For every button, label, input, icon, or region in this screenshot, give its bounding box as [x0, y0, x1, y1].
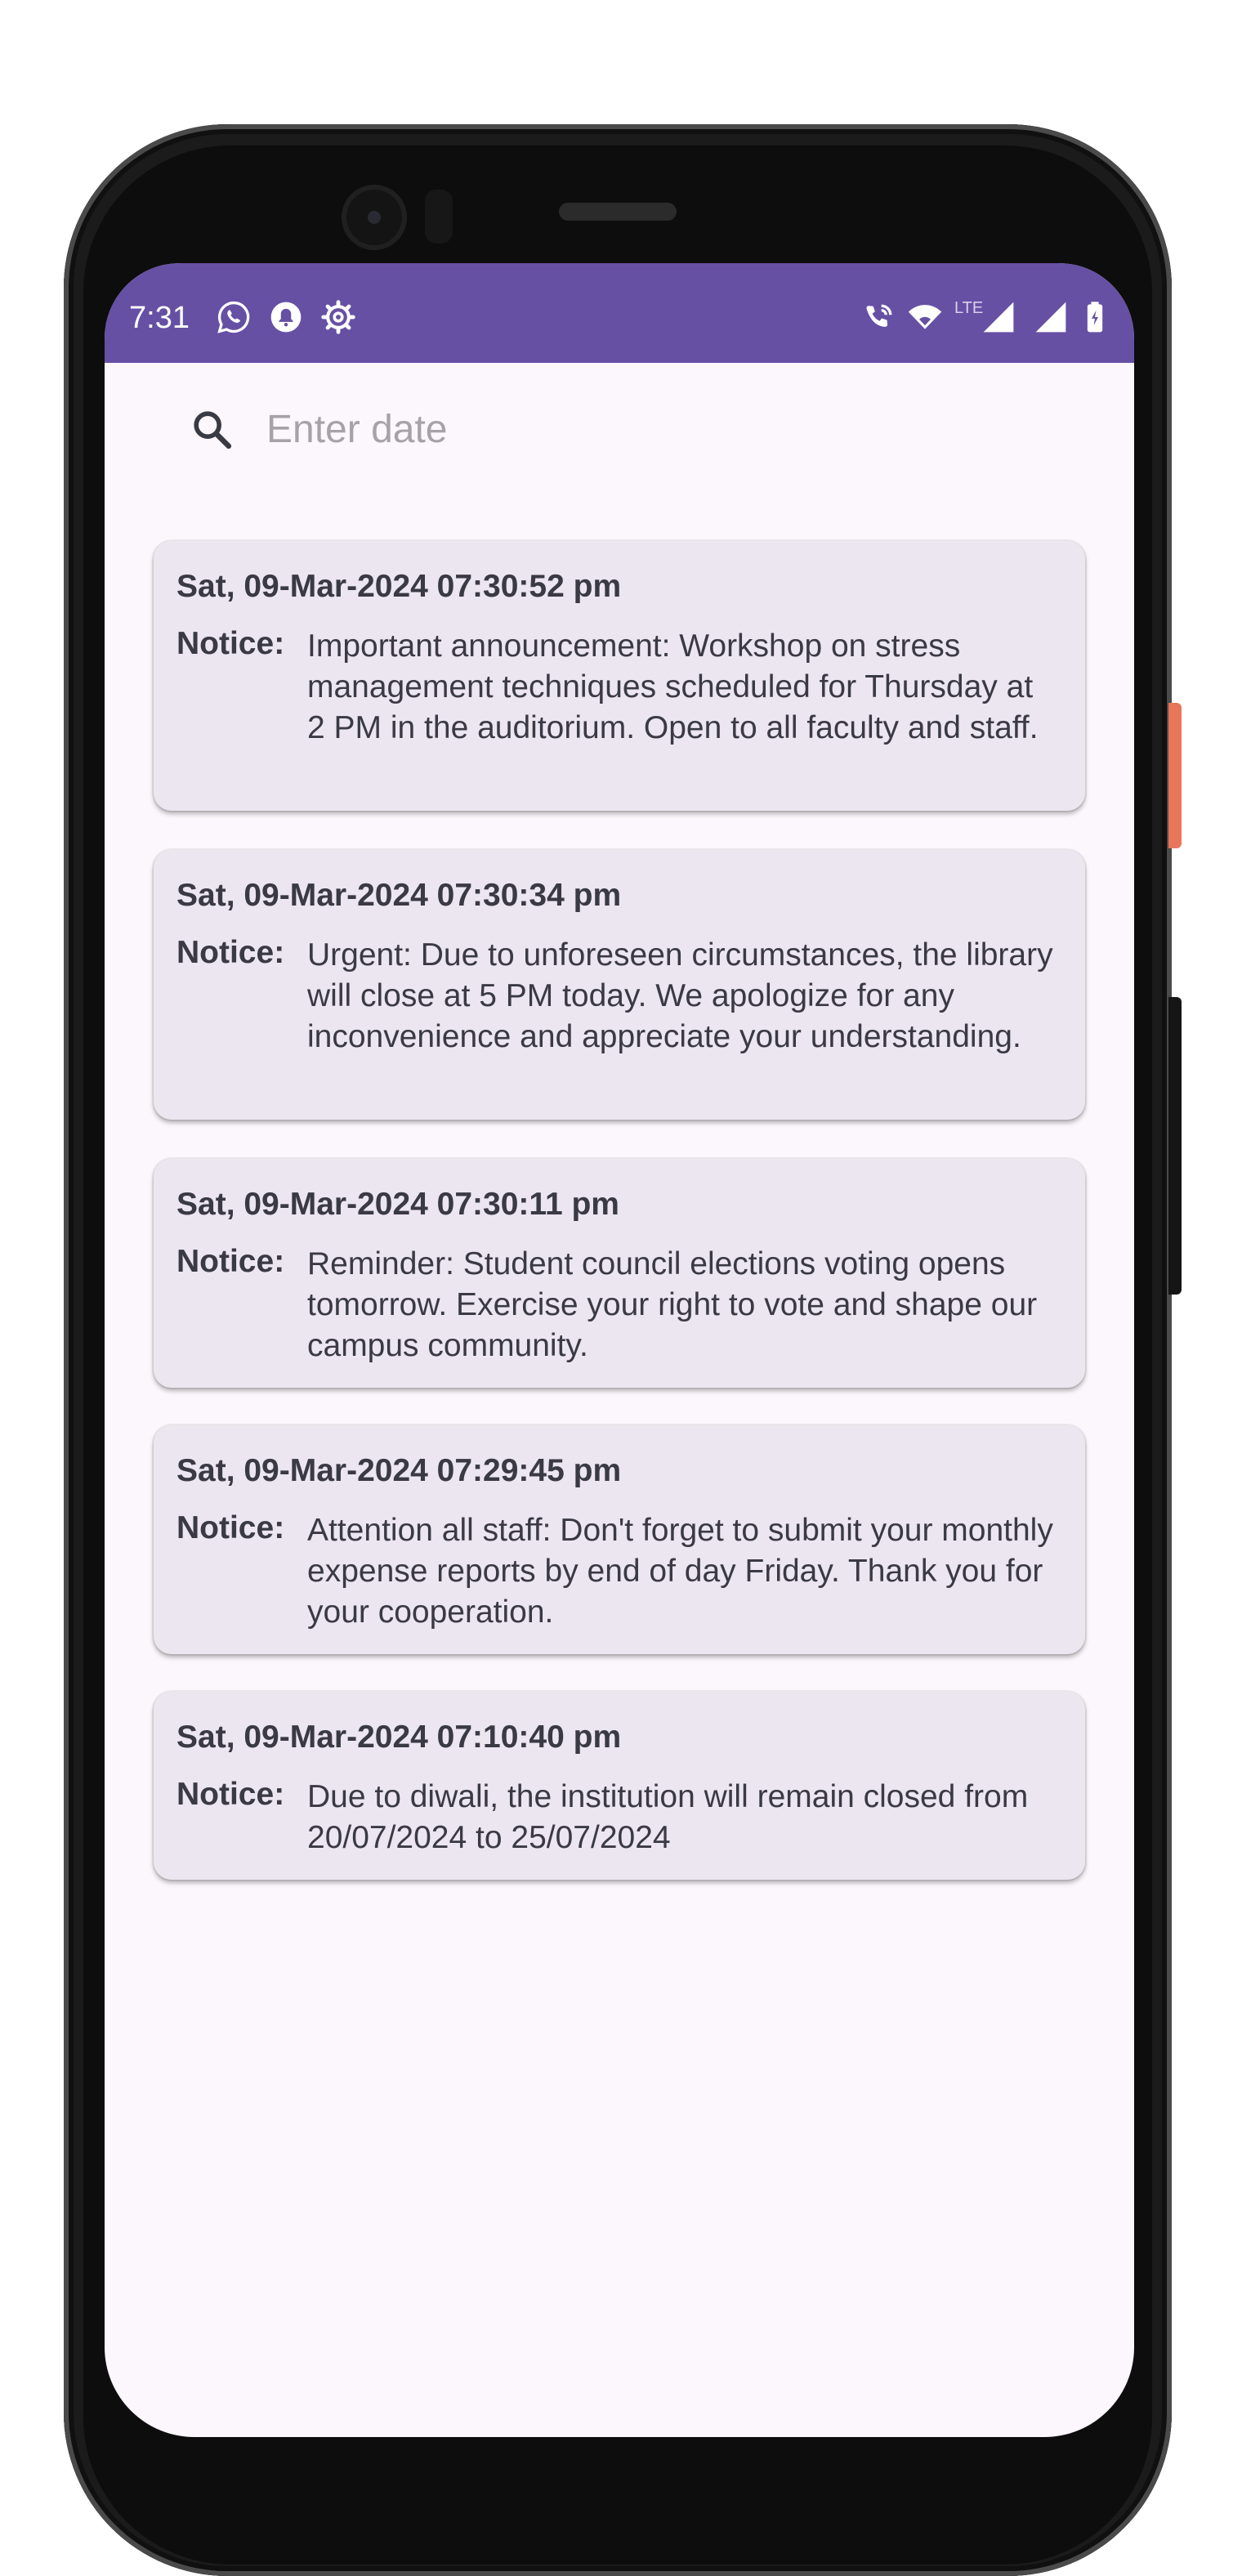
- volume-button: [1168, 997, 1182, 1295]
- search-bar[interactable]: [178, 379, 1061, 477]
- status-bar: 7:31 LTE: [105, 263, 1134, 363]
- signal-icon: [983, 302, 1014, 333]
- notice-card[interactable]: Sat, 09-Mar-2024 07:29:45 pm Notice: Att…: [154, 1425, 1085, 1654]
- notice-label: Notice:: [176, 935, 285, 970]
- wifi-calling-icon: [866, 304, 892, 327]
- date-search-input[interactable]: [265, 400, 1003, 458]
- notice-date: Sat, 09-Mar-2024 07:30:11 pm: [176, 1187, 619, 1222]
- notice-card[interactable]: Sat, 09-Mar-2024 07:30:52 pm Notice: Imp…: [154, 541, 1085, 811]
- earpiece-speaker: [559, 203, 677, 221]
- notice-label: Notice:: [176, 1777, 285, 1812]
- whatsapp-icon: [217, 301, 250, 333]
- notice-label: Notice:: [176, 1510, 285, 1545]
- signal-icon: [1035, 302, 1066, 333]
- battery-charging-icon: [1087, 302, 1103, 333]
- settings-gear-icon: [321, 300, 355, 334]
- notice-text: Attention all staff: Don't forget to sub…: [307, 1513, 1053, 1630]
- status-time: 7:31: [129, 301, 190, 335]
- wifi-icon: [908, 305, 942, 329]
- notice-text: Due to diwali, the institution will rema…: [307, 1779, 1029, 1855]
- app-screen: 7:31 LTE Enter date Sat, 09-Mar-2024 07:…: [105, 263, 1134, 2437]
- search-icon[interactable]: [190, 407, 235, 453]
- notice-text: Important announcement: Workshop on stre…: [307, 628, 1039, 745]
- lte-label: LTE: [954, 299, 984, 317]
- power-button: [1168, 703, 1182, 848]
- notice-label: Notice:: [176, 1244, 285, 1279]
- front-camera: [342, 185, 407, 250]
- notice-label: Notice:: [176, 626, 285, 661]
- notice-card[interactable]: Sat, 09-Mar-2024 07:30:11 pm Notice: Rem…: [154, 1159, 1085, 1388]
- notice-date: Sat, 09-Mar-2024 07:10:40 pm: [176, 1720, 622, 1755]
- notice-text: Reminder: Student council elections voti…: [307, 1246, 1038, 1363]
- notification-bell-icon: [270, 302, 302, 333]
- notice-date: Sat, 09-Mar-2024 07:30:34 pm: [176, 878, 622, 913]
- notice-date: Sat, 09-Mar-2024 07:29:45 pm: [176, 1453, 622, 1488]
- notice-date: Sat, 09-Mar-2024 07:30:52 pm: [176, 569, 622, 604]
- notice-text: Urgent: Due to unforeseen circumstances,…: [307, 937, 1053, 1054]
- notice-card[interactable]: Sat, 09-Mar-2024 07:10:40 pm Notice: Due…: [154, 1692, 1085, 1880]
- proximity-sensor: [425, 190, 453, 244]
- notice-card[interactable]: Sat, 09-Mar-2024 07:30:34 pm Notice: Urg…: [154, 850, 1085, 1120]
